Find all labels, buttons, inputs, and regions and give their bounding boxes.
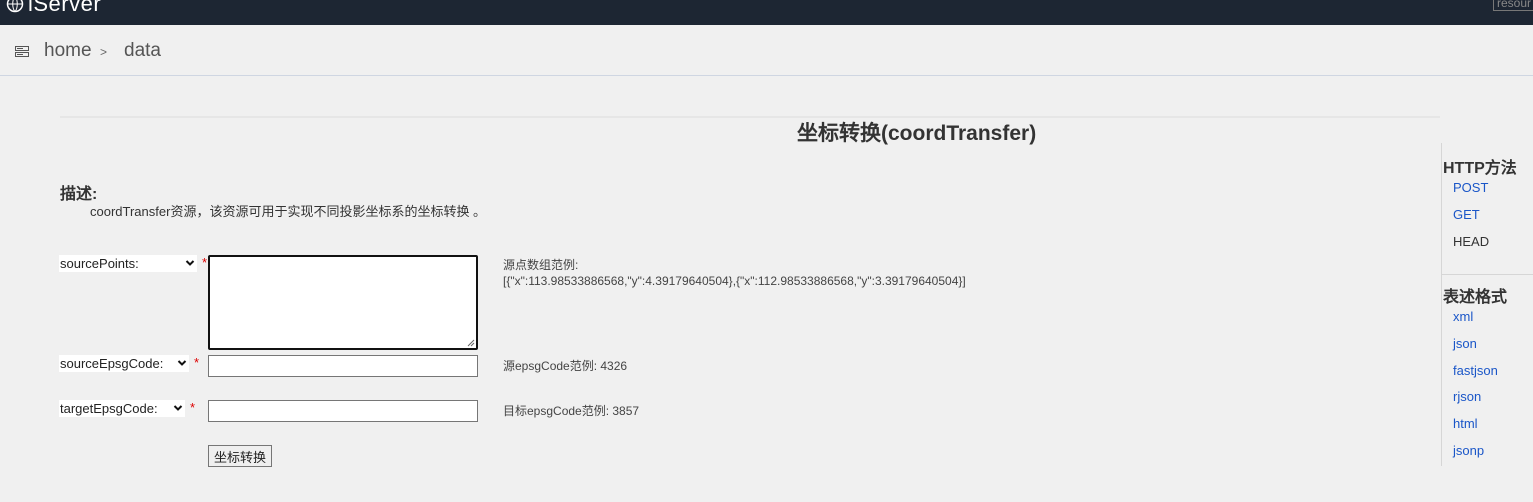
source-points-hint-example: [{"x":113.98533886568,"y":4.39179640504}… — [503, 274, 966, 288]
source-points-select-label: sourcePoints: — [60, 256, 139, 271]
target-epsg-input[interactable] — [208, 400, 478, 422]
resource-search-input[interactable]: resour — [1493, 0, 1533, 11]
http-method-head: HEAD — [1453, 234, 1490, 249]
source-points-hint-label: 源点数组范例: — [503, 258, 579, 272]
source-epsg-select[interactable]: sourceEpsgCode: — [59, 355, 189, 372]
http-methods-heading: HTTP方法 — [1443, 160, 1517, 177]
target-epsg-select[interactable]: targetEpsgCode: — [59, 400, 185, 417]
source-epsg-input[interactable] — [208, 355, 478, 377]
required-marker: * — [194, 355, 200, 370]
top-bar: iServer resour — [0, 0, 1533, 25]
formats-heading: 表述格式 — [1443, 289, 1508, 306]
description-text: coordTransfer资源，该资源可用于实现不同投影坐标系的坐标转换 。 — [90, 204, 487, 219]
required-marker: * — [190, 400, 196, 415]
target-epsg-select-label: targetEpsgCode: — [60, 401, 158, 416]
http-method-get-link[interactable]: GET — [1453, 207, 1480, 222]
breadcrumb: home > data — [0, 25, 1533, 76]
breadcrumb-separator: > — [100, 45, 108, 59]
coord-transfer-submit-button[interactable]: 坐标转换 — [208, 445, 273, 467]
format-jsonp-link[interactable]: jsonp — [1453, 443, 1484, 458]
target-epsg-hint: 目标epsgCode范例: 3857 — [503, 404, 640, 418]
source-epsg-select-label: sourceEpsgCode: — [60, 356, 164, 371]
logo[interactable]: iServer — [6, 0, 101, 16]
side-panel-divider — [1441, 274, 1533, 275]
chevron-down-icon — [177, 360, 187, 366]
format-json-link[interactable]: json — [1453, 336, 1477, 351]
chevron-down-icon — [185, 260, 195, 266]
breadcrumb-data-link[interactable]: data — [124, 40, 161, 62]
globe-logo-icon — [6, 0, 24, 13]
http-method-post-link[interactable]: POST — [1453, 180, 1488, 195]
format-rjson-link[interactable]: rjson — [1453, 389, 1481, 404]
source-points-textarea[interactable] — [208, 255, 478, 350]
source-points-select[interactable]: sourcePoints: — [59, 255, 197, 272]
server-icon — [15, 46, 29, 57]
chevron-down-icon — [173, 405, 183, 411]
title-divider — [60, 116, 1440, 118]
breadcrumb-home-link[interactable]: home — [44, 40, 92, 62]
resize-grip-icon[interactable] — [466, 338, 475, 347]
source-epsg-hint: 源epsgCode范例: 4326 — [503, 359, 628, 373]
required-marker: * — [202, 255, 208, 270]
logo-text: iServer — [28, 0, 102, 16]
format-html-link[interactable]: html — [1453, 416, 1478, 431]
page-title: 坐标转换(coordTransfer) — [797, 122, 1037, 145]
format-xml-link[interactable]: xml — [1453, 309, 1473, 324]
format-fastjson-link[interactable]: fastjson — [1453, 363, 1498, 378]
